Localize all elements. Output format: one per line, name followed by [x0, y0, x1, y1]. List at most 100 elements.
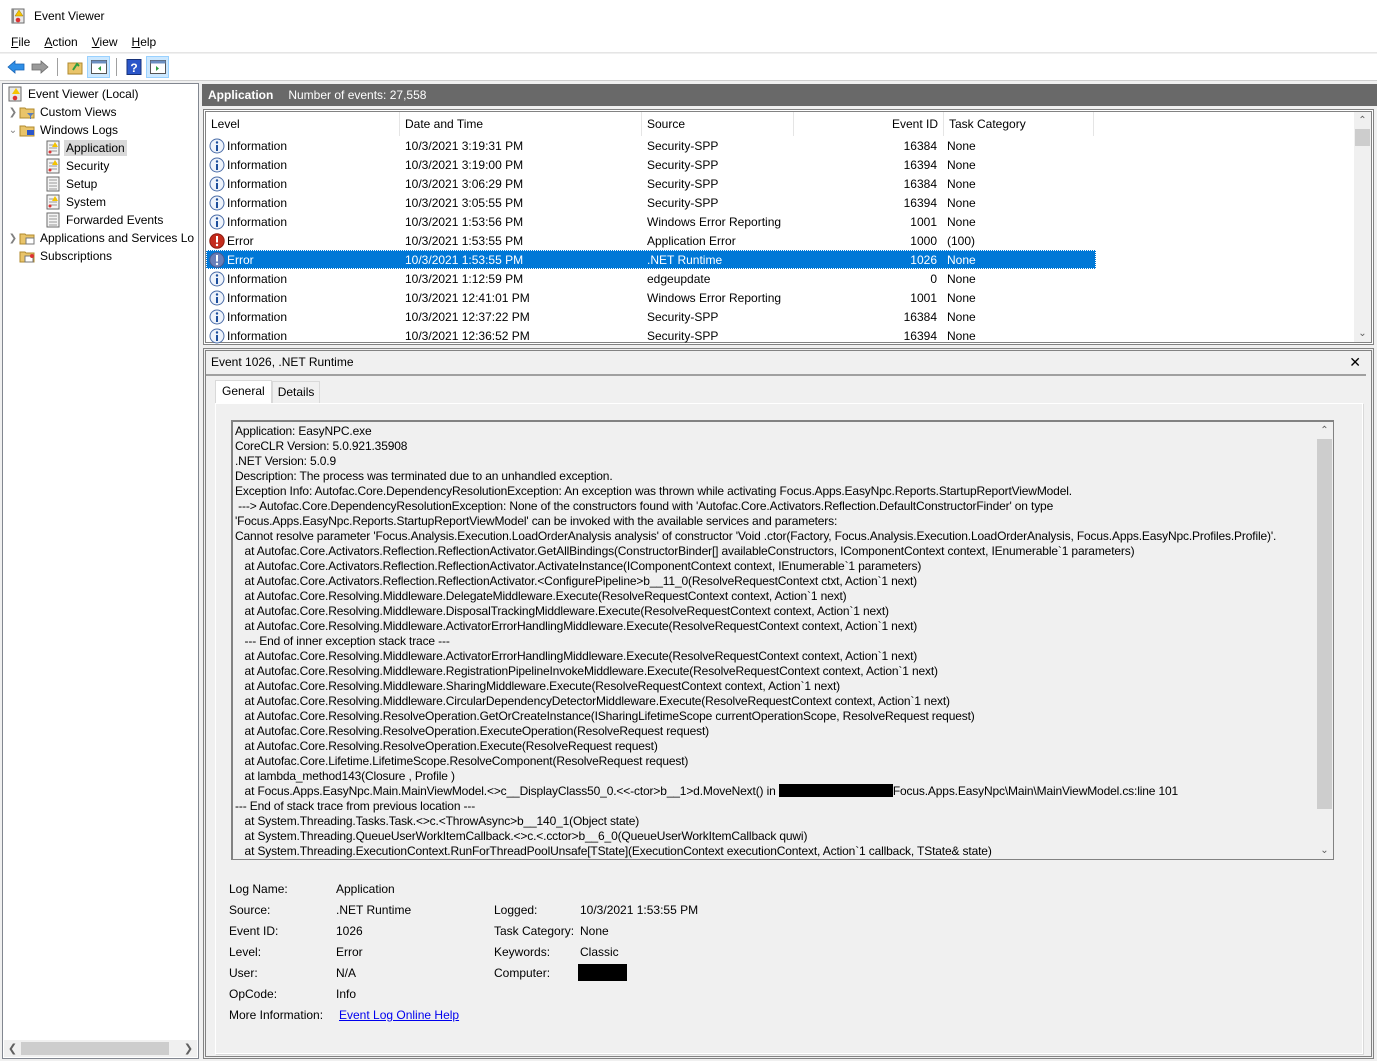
scroll-left-icon[interactable]: ❮: [4, 1042, 21, 1055]
description-line: at Autofac.Core.Activators.Reflection.Re…: [235, 544, 1135, 558]
tree-horizontal-scrollbar[interactable]: ❮ ❯: [4, 1040, 197, 1057]
event-datetime: 10/3/2021 1:53:56 PM: [405, 214, 524, 229]
menu-view[interactable]: View: [85, 35, 125, 49]
event-description-box[interactable]: Application: EasyNPC.exe CoreCLR Version:…: [231, 420, 1334, 860]
svg-text:?: ?: [130, 61, 137, 75]
event-row[interactable]: Error 10/3/2021 1:53:55 PM .NET Runtime 102…: [206, 250, 1096, 269]
event-row[interactable]: Information 10/3/2021 3:19:00 PM Security-…: [206, 155, 1356, 174]
description-vertical-scrollbar[interactable]: ⌃ ⌄: [1316, 422, 1333, 859]
events-grid[interactable]: Level Date and Time Source Event ID Task…: [203, 109, 1374, 345]
tree-item-custom-views[interactable]: ❯ Custom Views: [7, 103, 118, 121]
logged-value[interactable]: 10/3/2021 1:53:55 PM: [580, 903, 698, 917]
scrollbar-thumb[interactable]: [1317, 439, 1332, 809]
tree-item-forwarded-events[interactable]: Forwarded Events: [45, 211, 165, 229]
tree-item-setup[interactable]: Setup: [45, 175, 99, 193]
event-id: 0: [930, 271, 937, 286]
tree-label: Setup: [66, 177, 98, 191]
console-tree[interactable]: Event Viewer (Local) ❯ Custom Views ⌄ Wi…: [2, 83, 199, 1059]
scroll-down-icon[interactable]: ⌄: [1316, 842, 1333, 859]
event-log-online-help-link[interactable]: Event Log Online Help: [339, 1008, 459, 1022]
show-hide-console-tree-button[interactable]: [87, 56, 110, 78]
tree-item-system[interactable]: System: [45, 193, 108, 211]
event-properties: Log Name: Application Source: .NET Runti…: [216, 874, 1116, 1034]
forward-button[interactable]: [28, 56, 51, 78]
event-task-category: None: [947, 328, 976, 343]
menu-file[interactable]: File: [4, 35, 37, 49]
grid-vertical-scrollbar[interactable]: ⌃ ⌄: [1354, 112, 1371, 342]
computer-value-redacted[interactable]: [578, 964, 627, 982]
event-row[interactable]: Information 10/3/2021 12:37:22 PM Security…: [206, 307, 1356, 326]
event-level: Information: [206, 309, 400, 325]
event-row[interactable]: Information 10/3/2021 12:41:01 PM Windows …: [206, 288, 1356, 307]
level-value[interactable]: Error: [336, 945, 363, 959]
window-title: Event Viewer: [34, 9, 105, 23]
event-id-label: Event ID:: [229, 924, 279, 938]
description-line: Exception Info: Autofac.Core.DependencyR…: [235, 484, 1072, 498]
scrollbar-thumb[interactable]: [21, 1042, 169, 1055]
help-button[interactable]: ?: [122, 56, 145, 78]
menu-help[interactable]: Help: [125, 35, 164, 49]
keywords-value[interactable]: Classic: [580, 945, 619, 959]
event-id-value[interactable]: 1026: [336, 924, 363, 938]
source-value[interactable]: .NET Runtime: [336, 903, 411, 917]
toolbar-separator: [116, 58, 117, 76]
chevron-right-icon[interactable]: ❯: [7, 233, 19, 244]
tab-general[interactable]: General: [215, 380, 272, 403]
event-datetime: 10/3/2021 3:05:55 PM: [405, 195, 524, 210]
scrollbar-thumb[interactable]: [1355, 129, 1370, 146]
opcode-value[interactable]: Info: [336, 987, 356, 1001]
tree-item-security[interactable]: Security: [45, 157, 111, 175]
toolbar-separator: [57, 58, 58, 76]
forward-arrow-icon: [31, 60, 49, 74]
event-source: Windows Error Reporting: [647, 214, 782, 229]
description-line: at Autofac.Core.Resolving.Middleware.Reg…: [235, 664, 938, 678]
general-tab-panel: Application: EasyNPC.exe CoreCLR Version:…: [215, 403, 1363, 1054]
column-header-source[interactable]: Source: [642, 112, 794, 136]
column-header-level[interactable]: Level: [206, 112, 400, 136]
chevron-down-icon[interactable]: ⌄: [7, 125, 19, 136]
event-task-category: None: [947, 157, 976, 172]
keywords-label: Keywords:: [494, 945, 551, 959]
event-row[interactable]: Information 10/3/2021 1:53:56 PM Windows E…: [206, 212, 1356, 231]
tree-item-subscriptions[interactable]: Subscriptions: [19, 247, 114, 265]
column-header-task-category[interactable]: Task Category: [944, 112, 1094, 136]
scroll-right-icon[interactable]: ❯: [180, 1042, 197, 1055]
event-row[interactable]: Information 10/3/2021 1:12:59 PM edgeupdat…: [206, 269, 1356, 288]
event-row[interactable]: Information 10/3/2021 3:05:55 PM Security-…: [206, 193, 1356, 212]
log-name-value[interactable]: Application: [336, 882, 395, 896]
event-row[interactable]: Information 10/3/2021 12:36:52 PM Security…: [206, 326, 1356, 345]
description-line: at System.Threading.Tasks.Task.<>c.<Thro…: [235, 814, 640, 828]
event-id: 1026: [910, 252, 937, 267]
tree-item-applications-and-services-logs[interactable]: ❯ Applications and Services Lo: [7, 229, 196, 247]
scroll-down-icon[interactable]: ⌄: [1354, 325, 1371, 342]
event-level-text: Information: [227, 138, 288, 153]
scroll-up-icon[interactable]: ⌃: [1316, 422, 1333, 439]
event-row[interactable]: Information 10/3/2021 3:06:29 PM Security-…: [206, 174, 1356, 193]
close-icon[interactable]: ✕: [1349, 354, 1361, 371]
log-name-label: Log Name:: [229, 882, 288, 896]
column-header-event-id[interactable]: Event ID: [794, 112, 944, 136]
event-level: Error: [206, 232, 400, 249]
tree-item-event-viewer-local[interactable]: Event Viewer (Local): [7, 85, 141, 103]
event-level-text: Information: [227, 309, 288, 324]
event-task-category: (100): [947, 233, 976, 248]
show-hide-action-pane-button[interactable]: [146, 56, 169, 78]
tree-item-windows-logs[interactable]: ⌄ Windows Logs: [7, 121, 120, 139]
tab-details[interactable]: Details: [271, 381, 321, 403]
event-row[interactable]: Information 10/3/2021 3:19:31 PM Security-…: [206, 136, 1356, 155]
user-value[interactable]: N/A: [336, 966, 356, 980]
column-header-date-time[interactable]: Date and Time: [400, 112, 642, 136]
up-one-level-button[interactable]: [63, 56, 86, 78]
back-button[interactable]: [4, 56, 27, 78]
event-description-text[interactable]: Application: EasyNPC.exe CoreCLR Version:…: [235, 424, 1315, 859]
scroll-up-icon[interactable]: ⌃: [1354, 112, 1371, 129]
task-category-value[interactable]: None: [580, 924, 609, 938]
title-bar: Event Viewer: [0, 0, 1377, 32]
chevron-right-icon[interactable]: ❯: [7, 107, 19, 118]
menu-action[interactable]: Action: [37, 35, 84, 49]
event-datetime: 10/3/2021 1:53:55 PM: [405, 233, 524, 248]
log-name: Application: [208, 88, 274, 102]
tree-item-application[interactable]: Application: [45, 139, 127, 157]
event-row[interactable]: Error 10/3/2021 1:53:55 PM Application Err…: [206, 231, 1356, 250]
folder-filter-icon: [19, 107, 35, 119]
